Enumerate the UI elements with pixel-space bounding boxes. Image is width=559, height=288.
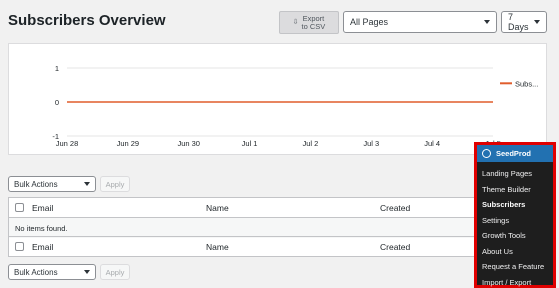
apply-button-top[interactable]: Apply [100,176,130,192]
menu-item-theme-builder[interactable]: Theme Builder [482,185,531,194]
menu-item-about-us[interactable]: About Us [482,247,513,256]
pages-select[interactable]: All Pages [343,11,497,33]
pages-select-value: All Pages [350,17,389,27]
subscribers-table: Email Name Created No items found. Email… [8,197,547,257]
menu-item-growth-tools[interactable]: Growth Tools [482,231,526,240]
apply-button-bottom[interactable]: Apply [100,264,130,280]
y-tick-label: 0 [55,98,59,107]
download-icon: ⇩ [292,18,299,26]
seedprod-logo-icon [482,149,491,158]
empty-message: No items found. [15,223,68,233]
seedprod-menu-highlight: SeedProd Landing Pages Theme Builder Sub… [474,142,556,288]
days-select-value: 7 Days [508,12,529,32]
x-tick-label: Jul 3 [363,139,379,148]
menu-item-settings[interactable]: Settings [482,216,509,225]
column-footer-name[interactable]: Name [206,242,229,252]
apply-label: Apply [105,179,125,189]
subscribers-chart: 1 0 -1 Jun 28 Jun 29 Jun 30 Jul 1 Jul 2 Jul 3 Jul… [8,43,547,155]
x-tick-label: Jun 29 [117,139,140,148]
menu-item-import-export[interactable]: Import / Export [482,278,531,287]
export-label-line2: to CSV [301,21,326,31]
table-footer-row: Email Name Created [9,236,546,256]
apply-label: Apply [105,267,125,277]
column-footer-email[interactable]: Email [32,242,53,252]
x-tick-label: Jun 30 [177,139,200,148]
page-title: Subscribers Overview [8,12,166,29]
seedprod-brand: SeedProd [496,149,532,158]
column-header-email[interactable]: Email [32,203,53,213]
menu-item-request-feature[interactable]: Request a Feature [482,262,544,271]
select-all-checkbox[interactable] [15,203,24,212]
chevron-down-icon [84,270,90,274]
select-all-checkbox-footer[interactable] [15,242,24,251]
bulk-actions-label: Bulk Actions [14,179,58,189]
bulk-actions-label: Bulk Actions [14,267,58,277]
menu-item-landing-pages[interactable]: Landing Pages [482,169,532,178]
column-header-name[interactable]: Name [206,203,229,213]
x-tick-label: Jul 1 [242,139,258,148]
chevron-down-icon [534,20,540,24]
chart-svg: 10-1Jun 28 Jun 29 Jun 30 Jul 1 Jul 2 Jul 3 Jul… [52,64,538,148]
legend-label[interactable]: Subs... [515,79,538,88]
x-tick-label: Jul 2 [303,139,319,148]
chevron-down-icon [84,182,90,186]
export-csv-button[interactable]: ⇩ Export to CSV [279,11,339,34]
y-tick-label: 1 [55,64,59,73]
empty-row: No items found. [9,218,546,238]
table-header-row: Email Name Created [9,198,546,218]
x-tick-label: Jul 4 [424,139,440,148]
days-select[interactable]: 7 Days [501,11,547,33]
column-footer-created[interactable]: Created [380,242,410,252]
x-tick-label: Jun 28 [56,139,79,148]
bulk-actions-select-bottom[interactable]: Bulk Actions [8,264,96,280]
seedprod-menu-header[interactable]: SeedProd [477,145,553,162]
bulk-actions-select-top[interactable]: Bulk Actions [8,176,96,192]
column-header-created[interactable]: Created [380,203,410,213]
seedprod-submenu: SeedProd Landing Pages Theme Builder Sub… [477,145,553,287]
menu-item-subscribers[interactable]: Subscribers [482,200,525,209]
chevron-down-icon [484,20,490,24]
